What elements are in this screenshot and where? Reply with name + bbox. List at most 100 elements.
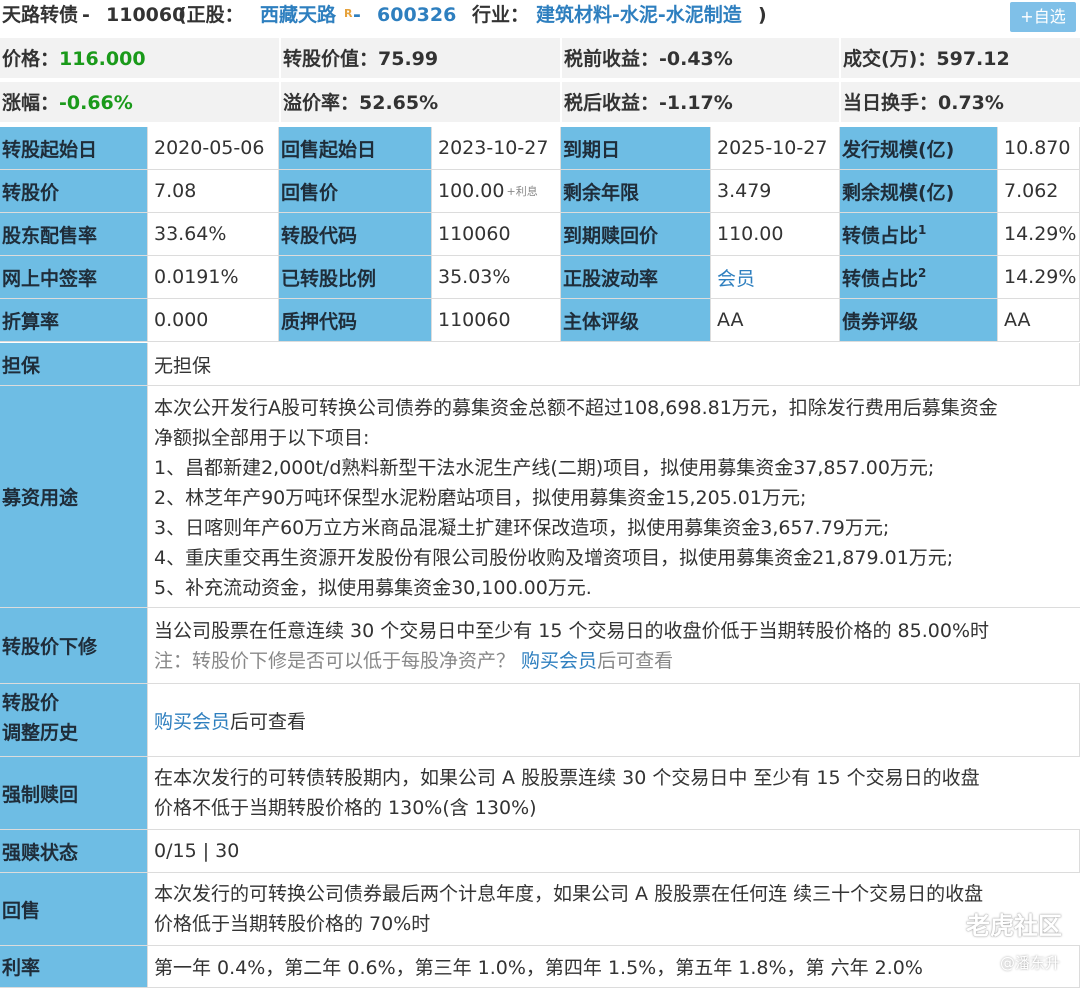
lottery-rate-value: 0.0191% (148, 256, 279, 299)
conv-code-label-text: 转股代码 (281, 224, 358, 247)
converted-ratio-value: 35.03% (432, 256, 561, 299)
bond-ratio-1-value: 14.29% (998, 213, 1080, 256)
pretax-value: -0.43% (659, 48, 733, 70)
stock-volatility-label-text: 正股波动率 (563, 267, 659, 290)
volume-value: 597.12 (936, 48, 1010, 70)
conv-code-value: 110060 (432, 213, 561, 256)
revise-note-suffix: 后可查看 (597, 650, 674, 672)
history-label: 转股价 调整历史 (0, 684, 148, 757)
change-value: -0.66% (59, 92, 133, 114)
guarantee-value: 无担保 (148, 343, 1080, 386)
turnover-label: 当日换手： (843, 92, 939, 114)
redeem-price-label-text: 到期赎回价 (563, 224, 659, 247)
revise-note-prefix: 注：转股价下修是否可以低于每股净资产？ (154, 650, 522, 672)
history-buy-member-link[interactable]: 购买会员 (154, 707, 230, 734)
remaining-years-label-text: 剩余年限 (563, 181, 640, 204)
premium-value: 52.65% (359, 92, 439, 114)
lottery-rate-label-text: 网上中签率 (2, 267, 98, 290)
member-link[interactable]: 会员 (717, 264, 755, 291)
revise-label: 转股价下修 (0, 608, 148, 684)
put-text: 本次发行的可转换公司债券最后两个计息年度，如果公司 A 股股票在任何连 续三十个… (148, 879, 1080, 946)
put-line: 本次发行的可转换公司债券最后两个计息年度，如果公司 A 股股票在任何连 续三十个… (154, 883, 984, 905)
watermark-brand: 老虎社区 (966, 912, 1062, 940)
conv-price-label-text: 转股价 (2, 181, 60, 204)
history-suffix: 后可查看 (230, 710, 307, 733)
issue-size-label-text: 发行规模(亿) (842, 138, 955, 161)
stock-volatility-value[interactable]: 会员 (711, 256, 840, 299)
pledge-code-label: 质押代码 (279, 299, 432, 342)
issue-size-label: 发行规模(亿) (840, 127, 998, 170)
premium-box: 溢价率：52.65% (281, 82, 560, 124)
bond-ratio-2-label-text: 转债占比 (842, 267, 919, 290)
funds-label: 募资用途 (0, 386, 148, 608)
header-close: ) (758, 4, 767, 26)
remaining-size-value: 7.062 (998, 170, 1080, 213)
stock-name-link[interactable]: 西藏天路 (260, 0, 336, 30)
issuer-rating-value-text: AA (717, 309, 744, 331)
allotment-rate-label-text: 股东配售率 (2, 224, 98, 247)
maturity-date-value-text: 2025-10-27 (717, 137, 828, 159)
bond-ratio-1-label: 转债占比 1 (840, 213, 998, 256)
remaining-years-value: 3.479 (711, 170, 840, 213)
funds-usage-text: 本次公开发行A股可转换公司债券的募集资金总额不超过108,698.81万元，扣除… (148, 393, 1080, 608)
call-line: 价格不低于当期转股价格的 130%(含 130%) (154, 797, 537, 819)
stock-code-link[interactable]: 600326 (377, 0, 456, 30)
revise-note: 注：转股价下修是否可以低于每股净资产？ 购买会员后可查看 (154, 646, 1080, 676)
bond-name: 天路转债 (2, 4, 79, 26)
volume-box: 成交(万)：597.12 (841, 38, 1080, 80)
volume-label: 成交(万)： (843, 48, 937, 70)
call-label: 强制赎回 (0, 757, 148, 830)
issuer-rating-label-text: 主体评级 (563, 310, 640, 333)
issuer-rating-value: AA (711, 299, 840, 342)
conv-start-date-value: 2020-05-06 (148, 127, 279, 170)
redeem-price-value-text: 110.00 (717, 223, 784, 245)
aftertax-box: 税后收益：-1.17% (562, 82, 839, 124)
price-box: 价格：116.000 (0, 38, 279, 80)
issuer-rating-label: 主体评级 (561, 299, 711, 342)
bond-rating-value: AA (998, 299, 1080, 342)
stock-code-sep: - (353, 4, 361, 26)
call-status-value: 0/15 | 30 (148, 830, 1080, 873)
bond-rating-label: 债券评级 (840, 299, 998, 342)
revise-text: 当公司股票在任意连续 30 个交易日中至少有 15 个交易日的收盘价低于当期转股… (148, 616, 1080, 684)
rate-value: 第一年 0.4%，第二年 0.6%，第三年 1.0%，第四年 1.5%，第五年 … (148, 946, 1080, 988)
redeem-price-label: 到期赎回价 (561, 213, 711, 256)
put-line: 价格低于当期转股价格的 70%时 (154, 913, 431, 935)
funds-line: 5、补充流动资金，拟使用募集资金30,100.00万元. (154, 577, 592, 599)
call-status-label: 强赎状态 (0, 830, 148, 873)
conv-price-value: 7.08 (148, 170, 279, 213)
funds-line: 1、昌都新建2,000t/d熟料新型干法水泥生产线(二期)项目，拟使用募集资金3… (154, 457, 935, 479)
bond-ratio-2-value-text: 14.29% (1004, 266, 1077, 288)
call-text: 在本次发行的可转债转股期内，如果公司 A 股股票连续 30 个交易日中 至少有 … (148, 763, 1080, 830)
lottery-rate-label: 网上中签率 (0, 256, 148, 299)
conv-value-box: 转股价值：75.99 (281, 38, 560, 80)
bond-detail-page: 天路转债 - 110060 (正股： 西藏天路 R - 600326 行业： 建… (0, 0, 1080, 988)
funds-line: 本次公开发行A股可转换公司债券的募集资金总额不超过108,698.81万元，扣除… (154, 397, 998, 419)
buy-member-link[interactable]: 购买会员 (521, 650, 597, 672)
aftertax-label: 税后收益： (564, 92, 660, 114)
haircut-rate-label: 折算率 (0, 299, 148, 342)
funds-line: 3、日喀则年产60万立方米商品混凝土扩建环保改造项，拟使用募集资金3,657.7… (154, 517, 890, 539)
redeem-price-value: 110.00 (711, 213, 840, 256)
put-start-date-label: 回售起始日 (279, 127, 432, 170)
pretax-box: 税前收益：-0.43% (562, 38, 839, 80)
conv-start-date-label-text: 转股起始日 (2, 138, 98, 161)
remaining-size-label-text: 剩余规模(亿) (842, 181, 955, 204)
bond-ratio-1-value-text: 14.29% (1004, 223, 1077, 245)
remaining-years-value-text: 3.479 (717, 180, 772, 202)
conv-start-date-label: 转股起始日 (0, 127, 148, 170)
issue-size-value-text: 10.870 (1004, 137, 1071, 159)
conv-value: 75.99 (378, 48, 439, 70)
history-label-line2: 调整历史 (2, 722, 79, 744)
haircut-rate-label-text: 折算率 (2, 310, 60, 333)
stock-badge: R (344, 7, 353, 20)
bond-ratio-footnote: 1 (918, 223, 927, 237)
converted-ratio-label-text: 已转股比例 (281, 267, 377, 290)
add-watchlist-button[interactable]: +自选 (1010, 2, 1076, 32)
history-label-line1: 转股价 (2, 692, 60, 714)
history-value: 购买会员 后可查看 (148, 684, 1080, 757)
lottery-rate-value-text: 0.0191% (154, 266, 239, 288)
call-line: 在本次发行的可转债转股期内，如果公司 A 股股票连续 30 个交易日中 至少有 … (154, 767, 980, 789)
industry-link[interactable]: 建筑材料-水泥-水泥制造 (536, 0, 742, 30)
converted-ratio-label: 已转股比例 (279, 256, 432, 299)
